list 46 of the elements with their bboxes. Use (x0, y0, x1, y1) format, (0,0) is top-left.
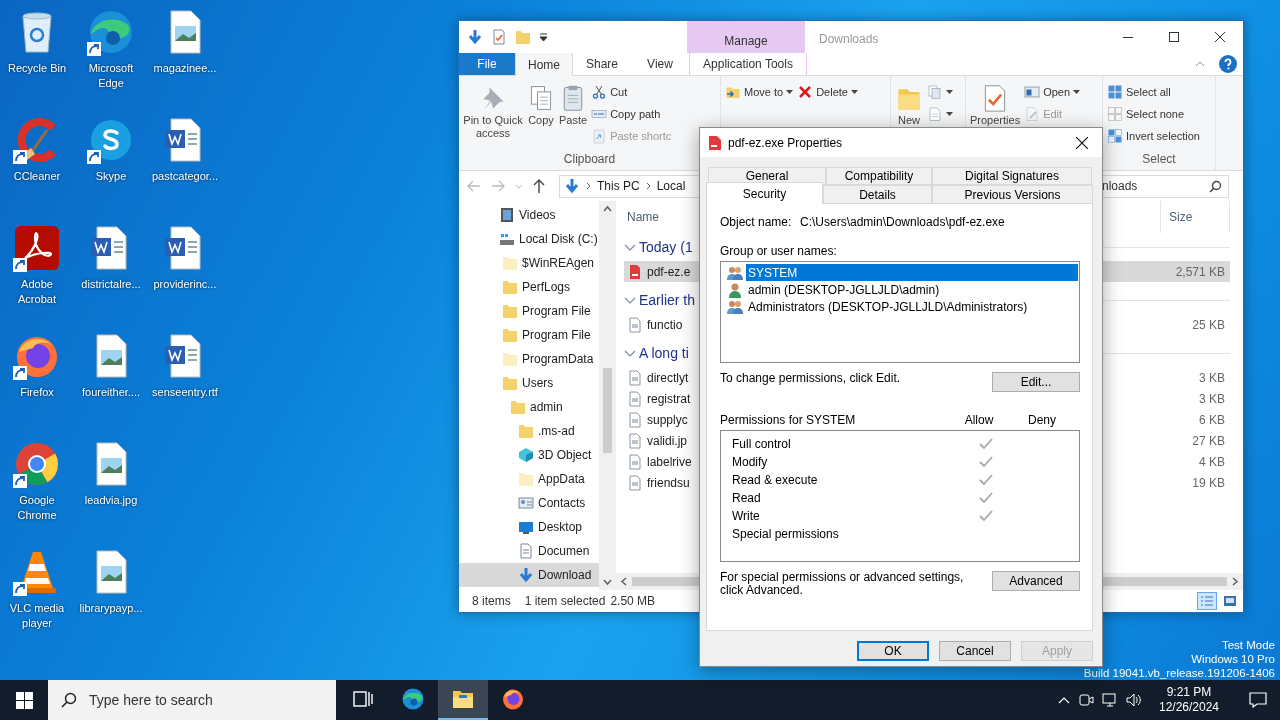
window-title: Downloads (818, 31, 879, 48)
list-label: Group or user names: (720, 244, 838, 258)
file-size: 3 KB (1199, 370, 1226, 385)
hint-text: To change permissions, click Edit. (720, 372, 902, 385)
system-notice: Windows 10 Pro (1191, 652, 1275, 666)
item-count: 8 items (472, 594, 511, 608)
clock-time: 9:21 PM (1166, 685, 1212, 700)
dialog-title: pdf-ez.exe Properties (728, 135, 843, 150)
hint-text: For special permissions or advanced settings, click Advanced. (720, 571, 965, 597)
permission-name: Read (732, 491, 762, 505)
column-header: Deny (1027, 413, 1057, 427)
clock-date: 12/26/2024 (1158, 700, 1220, 715)
selection-status: 1 item selected (524, 594, 606, 608)
group-heading: Today (1 (639, 239, 693, 255)
file-name: labelrive (647, 454, 692, 469)
file-name: pdf-ez.e (647, 264, 691, 279)
file-size: 27 KB (1192, 433, 1226, 448)
file-size: 6 KB (1199, 412, 1226, 427)
group-label: Select (1141, 152, 1177, 168)
context-tab-header: Manage (687, 21, 805, 53)
column-header: Allow (963, 413, 995, 427)
permission-name: Full control (732, 437, 792, 451)
permission-name: Special permissions (732, 527, 840, 541)
file-size: 4 KB (1199, 454, 1226, 469)
file-name: friendsu (647, 475, 690, 490)
group-heading: Earlier th (639, 292, 696, 308)
permission-name: Read & execute (732, 473, 819, 487)
selection-size: 2.50 MB (610, 594, 656, 608)
file-size: 25 KB (1192, 317, 1226, 332)
file-name: registrat (647, 391, 691, 406)
file-name: validi.jp (647, 433, 688, 448)
file-name: functio (647, 317, 683, 332)
file-size: 2,571 KB (1175, 264, 1226, 279)
system-notice: Build 19041.vb_release.191206-1406 (1083, 666, 1275, 680)
group-label: Clipboard (562, 152, 617, 168)
group-heading: A long ti (639, 345, 689, 361)
file-name: directlyt (647, 370, 689, 385)
permissions-heading: Permissions for SYSTEM (720, 413, 857, 427)
permission-name: Write (732, 509, 761, 523)
file-size: 19 KB (1192, 475, 1226, 490)
permission-name: Modify (732, 455, 769, 469)
field-label: Object name: (720, 215, 793, 229)
object-path: C:\Users\admin\Downloads\pdf-ez.exe (800, 215, 1005, 229)
file-name: supplyc (647, 412, 688, 427)
system-notice: Test Mode (1221, 638, 1275, 652)
file-size: 3 KB (1199, 391, 1226, 406)
